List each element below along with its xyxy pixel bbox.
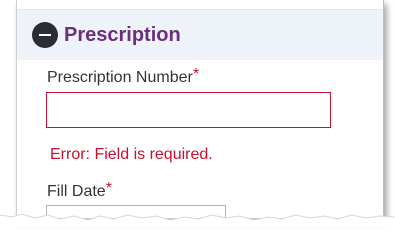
fill-date-label-text: Fill Date [47,183,106,200]
prescription-form-panel: Prescription Prescription Number* Error:… [16,0,384,219]
fill-date-label: Fill Date* [47,180,112,202]
fill-date-input[interactable] [46,205,226,218]
prescription-number-input[interactable] [46,92,331,128]
prescription-number-error: Error: Field is required. [50,146,213,163]
required-asterisk: * [192,66,200,83]
prescription-section-header[interactable]: Prescription [17,9,383,60]
minus-circle-icon[interactable] [32,22,58,48]
required-asterisk: * [105,180,112,197]
prescription-number-label-text: Prescription Number [47,69,193,86]
section-title: Prescription [64,24,181,46]
prescription-number-label: Prescription Number* [47,66,200,88]
